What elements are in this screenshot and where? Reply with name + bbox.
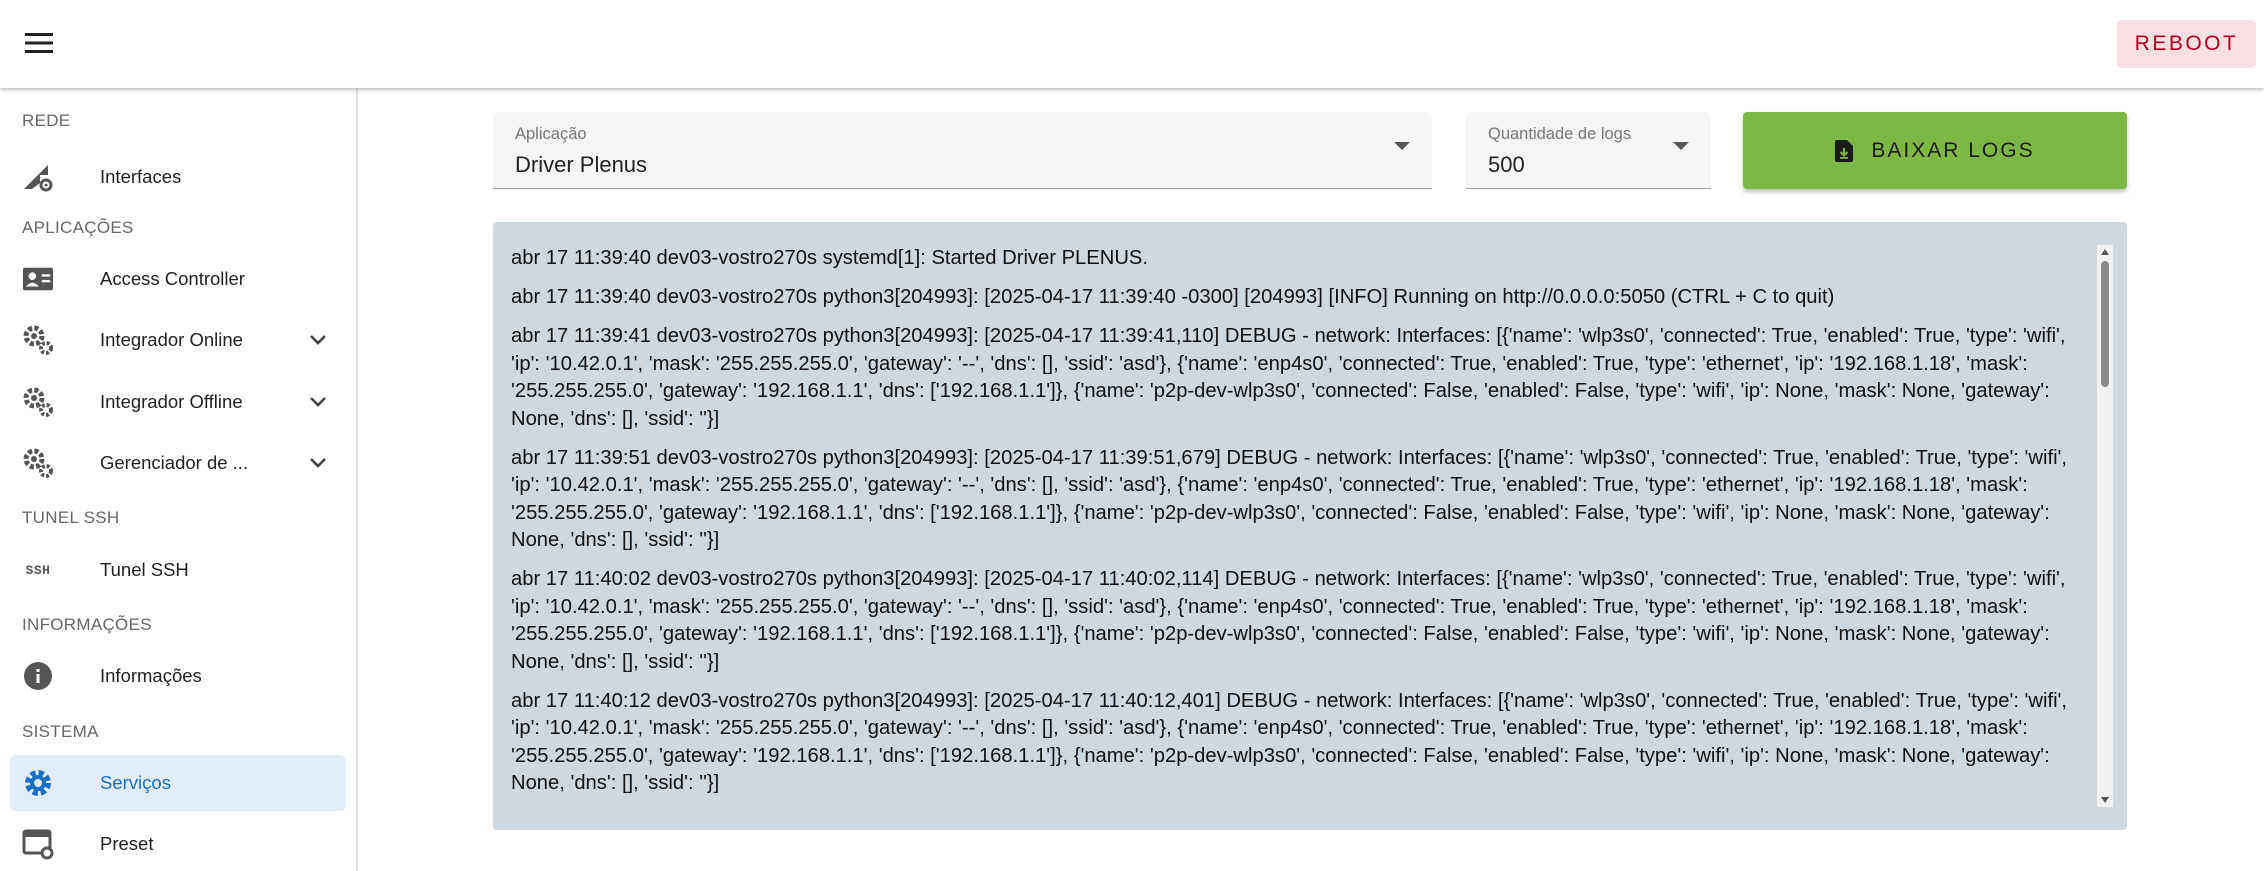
log-line: abr 17 11:40:02 dev03-vostro270s python3…	[511, 568, 2066, 673]
sidebar-item-label: Integrador Offline	[100, 391, 243, 412]
application-select-value: Driver Plenus	[515, 152, 648, 177]
sidebar-item-label: Tunel SSH	[100, 559, 189, 580]
sidebar-item-tunel-ssh[interactable]: SSH Tunel SSH	[10, 542, 346, 598]
application-select[interactable]: Aplicação Driver Plenus	[493, 112, 1432, 189]
scrollbar-thumb[interactable]	[2101, 261, 2109, 387]
sidebar-item-label: Access Controller	[100, 268, 245, 289]
log-count-select-value: 500	[1488, 152, 1525, 177]
sidebar-item-informacoes[interactable]: Informações	[10, 648, 346, 704]
window-gear-icon	[22, 828, 54, 860]
sidebar-item-servicos[interactable]: Serviços	[10, 755, 346, 811]
main-content: Aplicação Driver Plenus Quantidade de lo…	[360, 88, 2264, 871]
log-scroll-area[interactable]: abr 17 11:39:40 dev03-vostro270s systemd…	[511, 245, 2113, 807]
info-icon	[22, 660, 54, 692]
application-select-label: Aplicação	[515, 125, 587, 143]
gears-icon	[22, 324, 54, 356]
sidebar-item-label: Serviços	[100, 772, 171, 793]
network-cell-gear-icon	[22, 161, 54, 193]
sidebar-item-label: Informações	[100, 665, 202, 686]
section-header-sistema: SISTEMA	[22, 722, 99, 741]
app-bar: REBOOT	[0, 0, 2264, 88]
log-line: abr 17 11:40:12 dev03-vostro270s python3…	[511, 689, 2068, 795]
sidebar-item-access-controller[interactable]: Access Controller	[10, 251, 346, 307]
sidebar-item-interfaces[interactable]: Interfaces	[10, 149, 346, 205]
sidebar-item-integrador-online[interactable]: Integrador Online	[10, 312, 346, 368]
sidebar: REDE Interfaces APLICAÇÕES Access Contro…	[0, 88, 358, 871]
sidebar-item-label: Integrador Online	[100, 329, 243, 350]
log-scrollbar[interactable]	[2097, 245, 2113, 807]
chevron-down-icon[interactable]	[304, 388, 332, 416]
log-viewer: abr 17 11:39:40 dev03-vostro270s systemd…	[493, 222, 2127, 830]
contact-card-icon	[22, 263, 54, 295]
log-line: abr 17 11:39:41 dev03-vostro270s python3…	[511, 325, 2066, 430]
log-line: abr 17 11:39:40 dev03-vostro270s systemd…	[511, 247, 1148, 269]
section-header-aplicacoes: APLICAÇÕES	[22, 218, 134, 237]
dropdown-arrow-icon	[1394, 142, 1410, 150]
menu-button[interactable]	[16, 20, 62, 66]
section-header-tunel-ssh: TUNEL SSH	[22, 508, 120, 527]
sidebar-item-label: Interfaces	[100, 166, 182, 187]
download-logs-button[interactable]: BAIXAR LOGS	[1743, 112, 2127, 189]
sidebar-item-gerenciador[interactable]: Gerenciador de ...	[10, 435, 346, 491]
chevron-down-icon[interactable]	[304, 326, 332, 354]
dropdown-arrow-icon	[1673, 142, 1689, 150]
file-download-icon	[1835, 139, 1854, 162]
gear-icon	[22, 767, 54, 799]
gears-icon	[22, 447, 54, 479]
hamburger-menu-icon	[25, 33, 53, 53]
section-header-rede: REDE	[22, 111, 71, 130]
scroll-up-arrow-icon[interactable]	[2101, 249, 2109, 255]
sidebar-item-label: Gerenciador de ...	[100, 452, 249, 473]
log-count-select[interactable]: Quantidade de logs 500	[1466, 112, 1711, 189]
scroll-down-arrow-icon[interactable]	[2101, 797, 2109, 803]
reboot-button[interactable]: REBOOT	[2117, 20, 2256, 68]
sidebar-item-preset[interactable]: Preset	[10, 816, 346, 871]
log-count-select-label: Quantidade de logs	[1488, 125, 1632, 143]
download-logs-label: BAIXAR LOGS	[1871, 138, 2035, 162]
sidebar-item-integrador-offline[interactable]: Integrador Offline	[10, 374, 346, 430]
sidebar-item-label: Preset	[100, 833, 154, 854]
gears-icon	[22, 386, 54, 418]
log-line: abr 17 11:39:51 dev03-vostro270s python3…	[511, 446, 2068, 552]
log-line: abr 17 11:39:40 dev03-vostro270s python3…	[511, 286, 1835, 308]
section-header-informacoes: INFORMAÇÕES	[22, 615, 152, 634]
chevron-down-icon[interactable]	[304, 449, 332, 477]
ssh-icon: SSH	[25, 562, 51, 578]
